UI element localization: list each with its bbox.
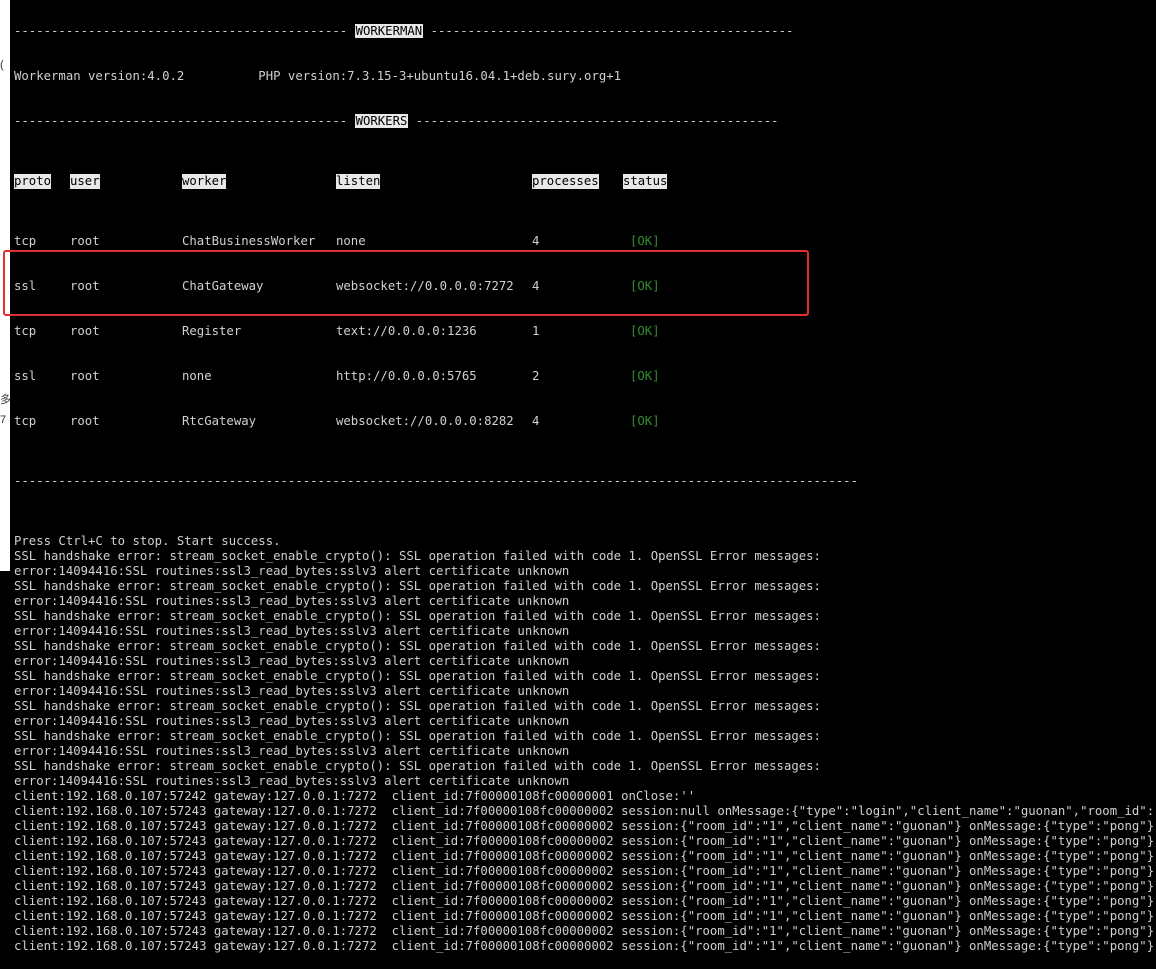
col-proto: proto — [14, 174, 52, 189]
log-line: client:192.168.0.107:57243 gateway:127.0… — [14, 924, 1155, 938]
log-line: SSL handshake error: stream_socket_enabl… — [14, 699, 821, 713]
left-window-edge: ( 多 7 — [0, 0, 11, 571]
log-line: error:14094416:SSL routines:ssl3_read_by… — [14, 624, 570, 638]
cell-processes: 4 — [532, 414, 540, 428]
cell-processes: 1 — [532, 324, 540, 338]
log-line: SSL handshake error: stream_socket_enabl… — [14, 549, 821, 563]
log-line: client:192.168.0.107:57243 gateway:127.0… — [14, 894, 1155, 908]
log-line: client:192.168.0.107:57243 gateway:127.0… — [14, 849, 1155, 863]
cell-processes: 4 — [532, 234, 540, 248]
cell-listen: none — [336, 234, 366, 248]
table-row: tcp root RtcGateway websocket://0.0.0.0:… — [14, 414, 1156, 429]
log-line: error:14094416:SSL routines:ssl3_read_by… — [14, 714, 570, 728]
cell-worker: RtcGateway — [182, 414, 257, 428]
edge-char-2: 多 — [0, 394, 11, 406]
col-user: user — [70, 174, 100, 189]
log-line: SSL handshake error: stream_socket_enabl… — [14, 609, 821, 623]
cell-user: root — [70, 279, 100, 293]
log-line: error:14094416:SSL routines:ssl3_read_by… — [14, 684, 570, 698]
log-line: SSL handshake error: stream_socket_enabl… — [14, 639, 821, 653]
cell-proto: ssl — [14, 369, 37, 383]
terminal-output[interactable]: ----------------------------------------… — [14, 0, 1156, 969]
cell-listen: http://0.0.0.0:5765 — [336, 369, 477, 383]
log-line: error:14094416:SSL routines:ssl3_read_by… — [14, 654, 570, 668]
log-line: SSL handshake error: stream_socket_enabl… — [14, 729, 821, 743]
cell-user: root — [70, 414, 100, 428]
log-line: error:14094416:SSL routines:ssl3_read_by… — [14, 564, 570, 578]
cell-worker: none — [182, 369, 212, 383]
log-line: client:192.168.0.107:57243 gateway:127.0… — [14, 804, 1156, 818]
version-line: Workerman version:4.0.2 PHP version:7.3.… — [14, 69, 622, 83]
cell-worker: ChatGateway — [182, 279, 264, 293]
cell-processes: 2 — [532, 369, 540, 383]
cell-status: [OK] — [630, 369, 660, 383]
log-line: client:192.168.0.107:57243 gateway:127.0… — [14, 939, 1155, 953]
cell-user: root — [70, 324, 100, 338]
log-line: client:192.168.0.107:57243 gateway:127.0… — [14, 879, 1155, 893]
cell-user: root — [70, 369, 100, 383]
separator-bottom: ----------------------------------------… — [14, 474, 858, 488]
log-line: error:14094416:SSL routines:ssl3_read_by… — [14, 744, 570, 758]
cell-status: [OK] — [630, 234, 660, 248]
workers-title: WORKERS — [354, 114, 409, 128]
col-status: status — [623, 174, 668, 189]
cell-user: root — [70, 234, 100, 248]
cell-proto: tcp — [14, 324, 37, 338]
cell-processes: 4 — [532, 279, 540, 293]
separator-workerman: ----------------------------------------… — [14, 24, 794, 38]
cell-status: [OK] — [630, 414, 660, 428]
col-worker: worker — [182, 174, 227, 189]
table-row: ssl root ChatGateway websocket://0.0.0.0… — [14, 279, 1156, 294]
cell-status: [OK] — [630, 324, 660, 338]
table-row: ssl root none http://0.0.0.0:5765 2 [OK] — [14, 369, 1156, 384]
cell-proto: tcp — [14, 414, 37, 428]
cell-status: [OK] — [630, 279, 660, 293]
cell-worker: ChatBusinessWorker — [182, 234, 316, 248]
log-line: client:192.168.0.107:57243 gateway:127.0… — [14, 834, 1155, 848]
cell-listen: text://0.0.0.0:1236 — [336, 324, 477, 338]
log-line: error:14094416:SSL routines:ssl3_read_by… — [14, 594, 570, 608]
log-output: Press Ctrl+C to stop. Start success. SSL … — [14, 534, 1156, 954]
table-row: tcp root Register text://0.0.0.0:1236 1 … — [14, 324, 1156, 339]
col-listen: listen — [336, 174, 381, 189]
edge-char-1: ( — [0, 59, 4, 71]
cell-worker: Register — [182, 324, 242, 338]
separator-workers: ----------------------------------------… — [14, 114, 779, 128]
cell-listen: websocket://0.0.0.0:8282 — [336, 414, 514, 428]
log-line: client:192.168.0.107:57242 gateway:127.0… — [14, 789, 696, 803]
log-line: SSL handshake error: stream_socket_enabl… — [14, 579, 821, 593]
log-line: client:192.168.0.107:57243 gateway:127.0… — [14, 909, 1155, 923]
log-line: client:192.168.0.107:57243 gateway:127.0… — [14, 819, 1155, 833]
edge-char-3: 7 — [0, 414, 7, 426]
log-line: SSL handshake error: stream_socket_enabl… — [14, 669, 821, 683]
workerman-title: WORKERMAN — [354, 24, 424, 38]
log-line: error:14094416:SSL routines:ssl3_read_by… — [14, 774, 570, 788]
cell-listen: websocket://0.0.0.0:7272 — [336, 279, 514, 293]
log-line: client:192.168.0.107:57243 gateway:127.0… — [14, 864, 1155, 878]
cell-proto: ssl — [14, 279, 37, 293]
log-line: SSL handshake error: stream_socket_enabl… — [14, 759, 821, 773]
cell-proto: tcp — [14, 234, 37, 248]
table-row: tcp root ChatBusinessWorker none 4 [OK] — [14, 234, 1156, 249]
col-processes: processes — [532, 174, 599, 189]
log-line: Press Ctrl+C to stop. Start success. — [14, 534, 281, 548]
workers-table-header: proto user worker listen processes statu… — [14, 174, 1156, 189]
